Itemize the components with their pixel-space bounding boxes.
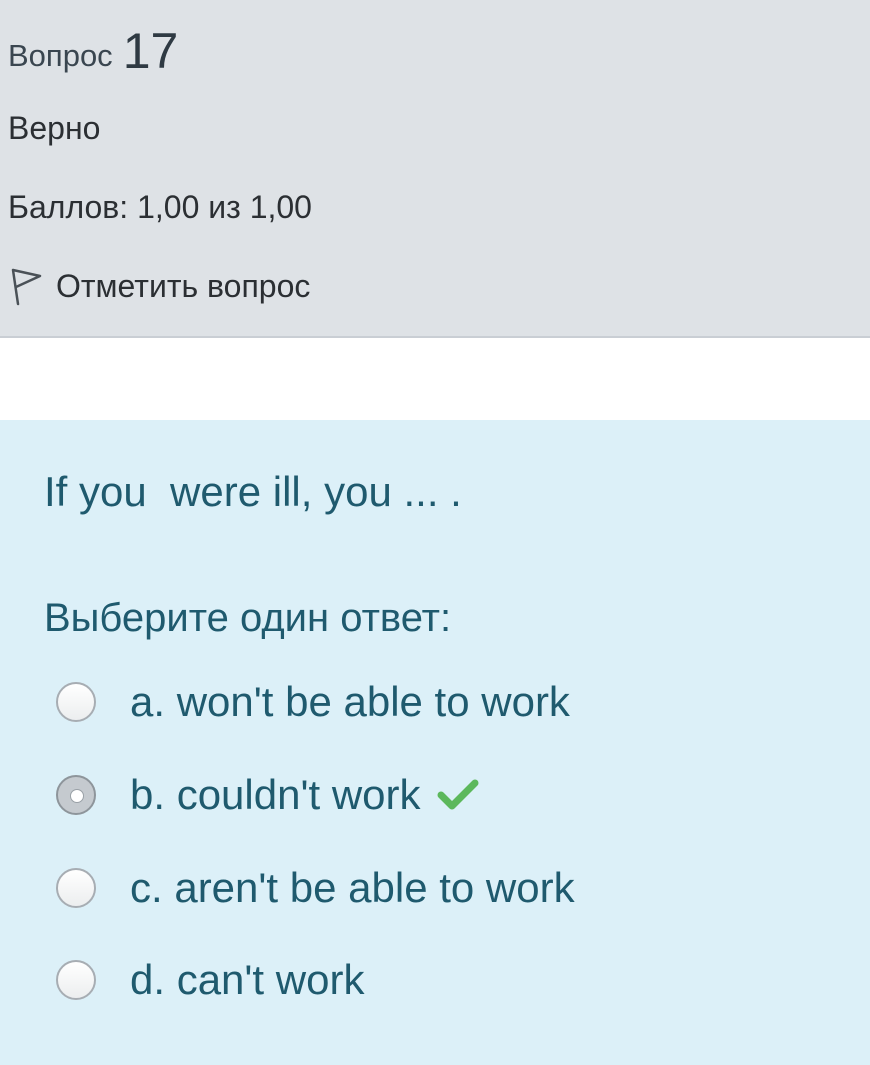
flag-question-link[interactable]: Отметить вопрос: [8, 266, 310, 306]
radio-button-c[interactable]: [56, 868, 96, 908]
answer-label-a[interactable]: a. won't be able to work: [130, 678, 570, 726]
question-text: If you were ill, you ... .: [44, 468, 462, 515]
answer-label-b[interactable]: b. couldn't work: [130, 771, 421, 819]
question-info-panel: Вопрос 17 Верно Баллов: 1,00 из 1,00 Отме…: [0, 0, 870, 338]
check-icon: [437, 777, 479, 813]
answer-option-d[interactable]: d. can't work: [56, 956, 364, 1004]
flag-question-label[interactable]: Отметить вопрос: [56, 268, 310, 305]
answer-label-d[interactable]: d. can't work: [130, 956, 364, 1004]
question-grade: Баллов: 1,00 из 1,00: [8, 189, 312, 225]
answer-prompt: Выберите один ответ:: [44, 596, 452, 640]
question-number: 17: [122, 23, 179, 79]
flag-icon[interactable]: [8, 266, 44, 306]
answer-label-c[interactable]: c. aren't be able to work: [130, 864, 575, 912]
radio-button-b[interactable]: [56, 775, 96, 815]
question-content-panel: If you were ill, you ... . Выберите один…: [0, 420, 870, 1065]
question-state: Верно: [8, 110, 101, 146]
radio-button-d[interactable]: [56, 960, 96, 1000]
answer-option-a[interactable]: a. won't be able to work: [56, 678, 570, 726]
radio-button-a[interactable]: [56, 682, 96, 722]
question-heading: Вопрос 17: [8, 22, 178, 80]
question-label: Вопрос: [8, 38, 113, 73]
answer-option-b[interactable]: b. couldn't work: [56, 771, 479, 819]
answer-option-c[interactable]: c. aren't be able to work: [56, 864, 575, 912]
